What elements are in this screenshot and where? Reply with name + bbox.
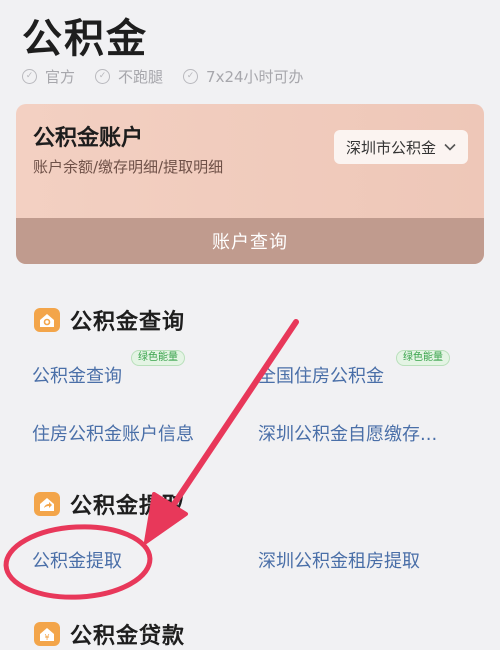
account-card-subtitle: 账户余额/缴存明细/提取明细 — [33, 158, 224, 176]
section-title: 公积金提取 — [70, 494, 186, 519]
yen-house-icon: ¥ — [34, 622, 60, 646]
section-header-withdraw: 公积金提取 — [34, 488, 185, 520]
check-circle-icon: ✓ — [22, 69, 37, 84]
house-share-icon — [34, 492, 60, 516]
check-circle-icon: ✓ — [183, 69, 199, 84]
badge-24-7: ✓ 7x24小时可办 — [183, 66, 304, 87]
link-gjj-withdraw[interactable]: 公积金提取 — [32, 547, 122, 573]
svg-text:¥: ¥ — [44, 633, 49, 642]
house-search-icon — [34, 308, 60, 332]
city-select-label: 深圳市公积金 — [345, 138, 436, 157]
green-energy-tag: 绿色能量 — [396, 350, 450, 366]
section-header-loan: ¥ 公积金贷款 — [34, 618, 185, 650]
account-query-button[interactable]: 账户查询 — [16, 218, 484, 264]
city-select[interactable]: 深圳市公积金 — [333, 130, 468, 164]
badge-label: 7x24小时可办 — [206, 68, 304, 86]
section-header-query: 公积金查询 — [34, 304, 185, 336]
badge-label: 官方 — [45, 68, 76, 86]
badge-official: ✓ 官方 — [22, 66, 75, 87]
badge-label: 不跑腿 — [118, 68, 164, 86]
green-energy-tag: 绿色能量 — [131, 350, 185, 366]
page-title: 公积金 — [22, 16, 148, 62]
check-circle-icon: ✓ — [95, 69, 111, 84]
link-voluntary-deposit[interactable]: 深圳公积金自愿缴存... — [258, 420, 437, 446]
section-title: 公积金贷款 — [70, 624, 186, 649]
feature-badges: ✓ 官方 ✓ 不跑腿 ✓ 7x24小时可办 — [22, 66, 324, 87]
chevron-down-icon — [444, 143, 456, 151]
section-title: 公积金查询 — [70, 310, 186, 335]
link-rent-withdraw[interactable]: 深圳公积金租房提取 — [258, 547, 420, 573]
account-card: 公积金账户 账户余额/缴存明细/提取明细 深圳市公积金 账户查询 — [16, 104, 484, 264]
account-card-title: 公积金账户 — [33, 126, 144, 151]
badge-no-errand: ✓ 不跑腿 — [95, 66, 163, 87]
link-account-info[interactable]: 住房公积金账户信息 — [32, 420, 194, 446]
link-national-gjj[interactable]: 全国住房公积金 — [258, 362, 384, 388]
link-gjj-query[interactable]: 公积金查询 — [32, 362, 122, 388]
